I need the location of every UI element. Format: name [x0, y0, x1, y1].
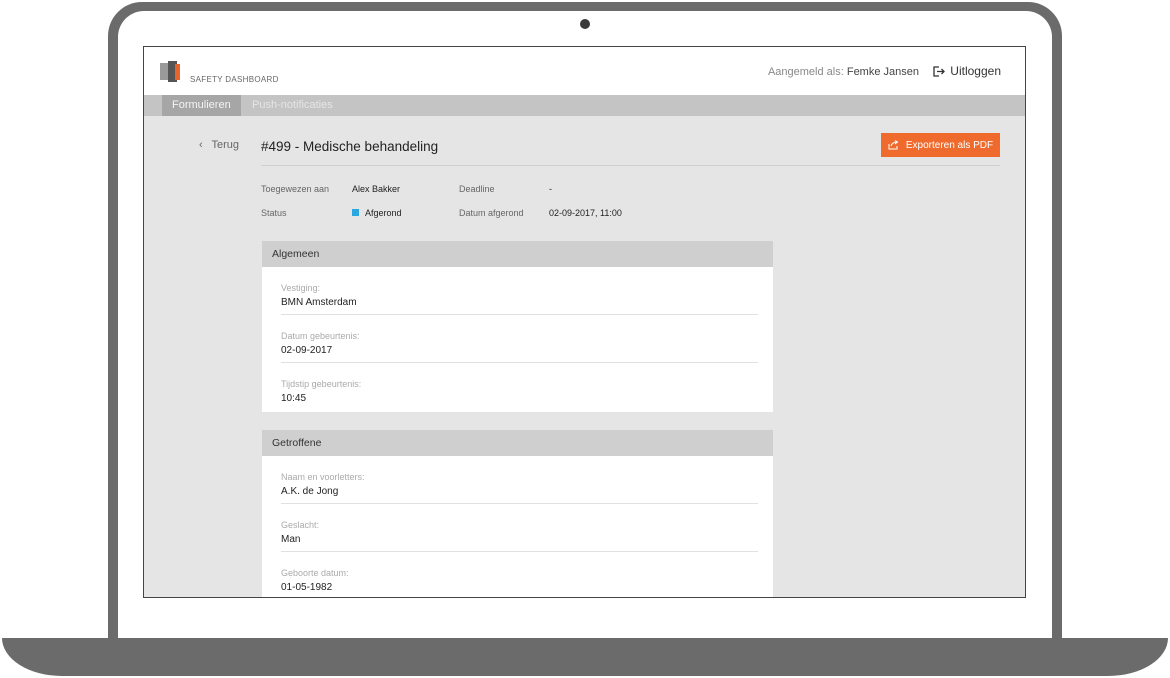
field-value: 10:45 [281, 393, 307, 404]
status-value: Afgerond [365, 208, 402, 218]
field-datum-gebeurtenis: Datum gebeurtenis: 02-09-2017 [281, 315, 758, 363]
field-geboortedatum: Geboorte datum: 01-05-1982 [281, 552, 758, 597]
field-geslacht: Geslacht: Man [281, 504, 758, 552]
field-label: Naam en voorletters: [281, 472, 365, 482]
field-label: Geslacht: [281, 520, 320, 530]
export-pdf-button[interactable]: Exporteren als PDF [881, 133, 1000, 157]
camera-icon [580, 19, 590, 29]
assigned-label: Toegewezen aan [261, 184, 330, 194]
user-name: Femke Jansen [846, 66, 919, 78]
deadline-label: Deadline [459, 184, 495, 194]
section-getroffene: Getroffene Naam en voorletters: A.K. de … [262, 430, 773, 597]
field-value: 01-05-1982 [281, 582, 333, 593]
chevron-left-icon: ‹ [199, 139, 203, 151]
field-vestiging: Vestiging: BMN Amsterdam [281, 267, 758, 315]
assigned-value: Alex Bakker [352, 184, 401, 194]
logged-in-user: Aangemeld als: Femke Jansen [768, 66, 919, 78]
done-label: Datum afgerond [459, 208, 524, 218]
top-bar: SAFETY DASHBOARD Aangemeld als: Femke Ja… [144, 47, 1025, 95]
tab-bar: Formulieren Push-notificaties [144, 95, 1025, 116]
back-link[interactable]: ‹ Terug [199, 139, 239, 151]
field-label: Tijdstip gebeurtenis: [281, 379, 362, 389]
section-header: Getroffene [262, 430, 773, 456]
deadline-value: - [549, 184, 552, 194]
field-value: BMN Amsterdam [281, 297, 357, 308]
field-label: Vestiging: [281, 283, 321, 293]
logout-button[interactable]: Uitloggen [933, 64, 1001, 78]
field-tijdstip: Tijdstip gebeurtenis: 10:45 [281, 363, 758, 412]
page-title: #499 - Medische behandeling [261, 139, 439, 154]
field-value: 02-09-2017 [281, 345, 333, 356]
user-prefix: Aangemeld als: [767, 66, 844, 78]
brand-name: SAFETY DASHBOARD [190, 75, 279, 84]
section-header: Algemeen [262, 241, 773, 267]
logo-icon [160, 61, 182, 82]
back-label: Terug [211, 139, 240, 151]
tab-formulieren[interactable]: Formulieren [162, 95, 241, 116]
field-naam: Naam en voorletters: A.K. de Jong [281, 456, 758, 504]
field-value: Man [281, 534, 301, 545]
status-label: Status [261, 208, 287, 218]
section-algemeen: Algemeen Vestiging: BMN Amsterdam Datum … [262, 241, 773, 412]
logout-label: Uitloggen [950, 64, 1001, 78]
divider [261, 165, 1000, 166]
export-label: Exporteren als PDF [905, 139, 994, 151]
field-value: A.K. de Jong [281, 486, 339, 497]
logout-icon [933, 65, 946, 77]
field-label: Geboorte datum: [281, 568, 349, 578]
laptop-base [2, 638, 1168, 676]
done-value: 02-09-2017, 11:00 [549, 208, 622, 218]
field-label: Datum gebeurtenis: [281, 331, 360, 341]
status-indicator [352, 209, 359, 216]
share-icon [888, 140, 899, 150]
tab-push-notificaties[interactable]: Push-notificaties [242, 95, 343, 116]
app-screen: SAFETY DASHBOARD Aangemeld als: Femke Ja… [143, 46, 1026, 598]
